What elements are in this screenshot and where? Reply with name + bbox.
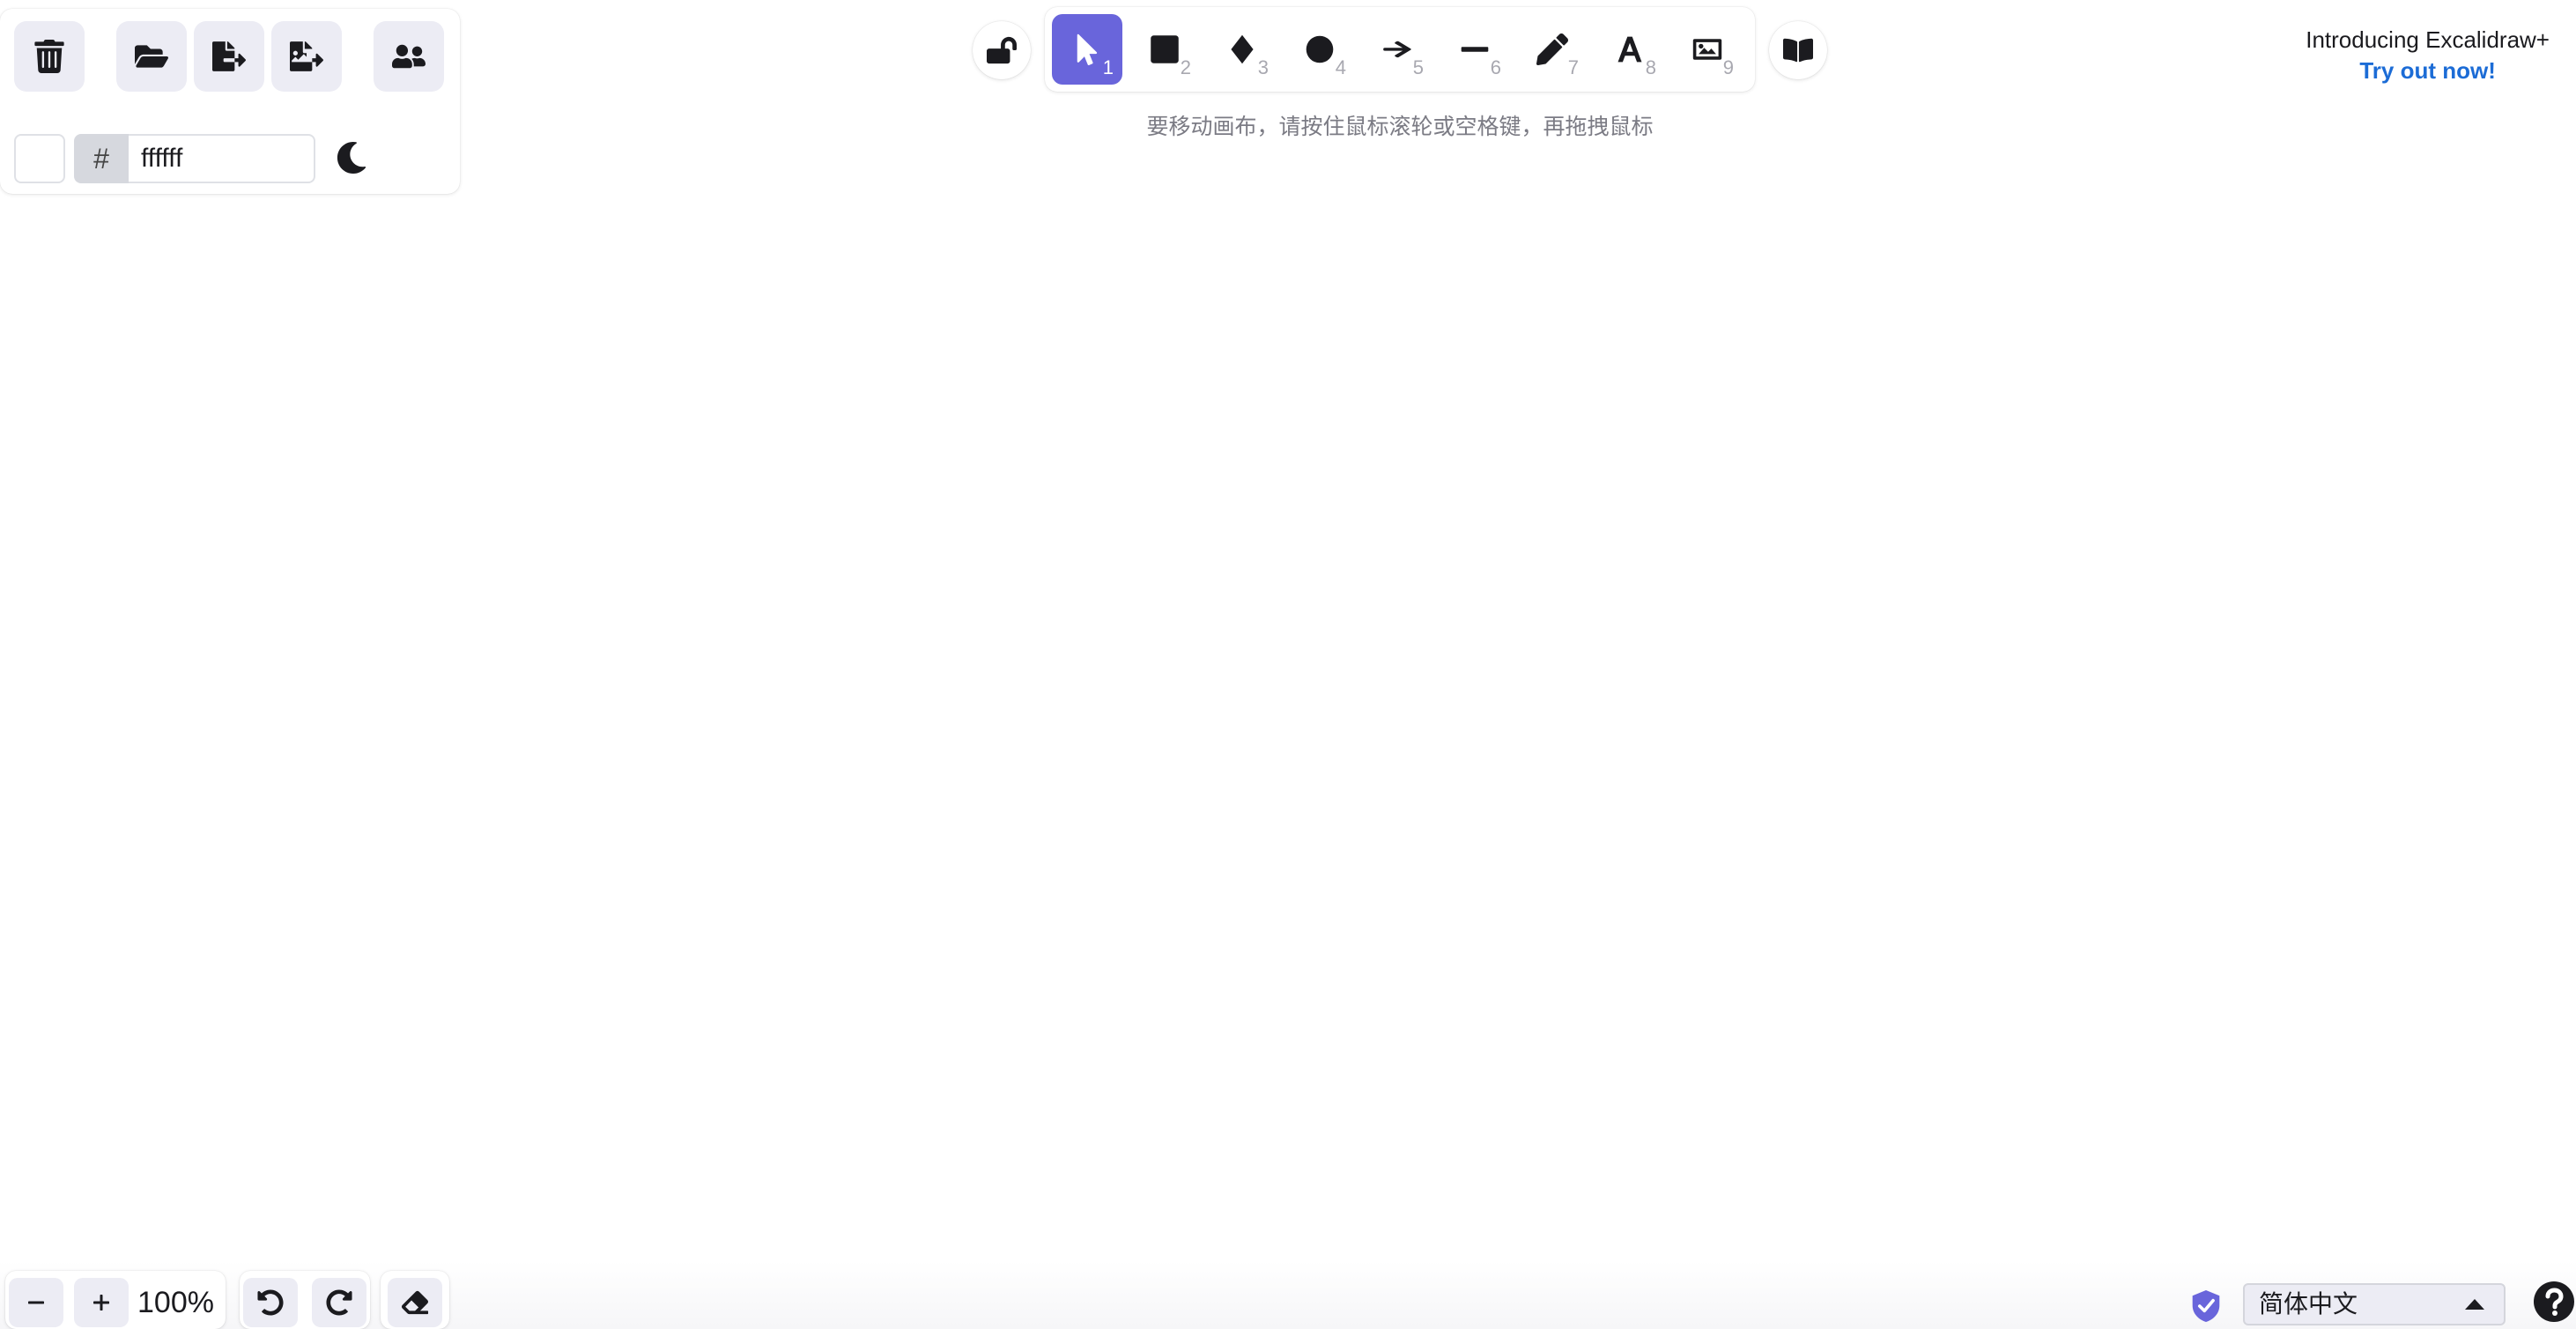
language-select-value: 简体中文: [2259, 1290, 2358, 1318]
tool-shortcut-label: 2: [1180, 56, 1191, 78]
language-select[interactable]: 简体中文: [2243, 1283, 2506, 1325]
minus-icon: [28, 1301, 44, 1304]
zoom-level-reset[interactable]: 100%: [137, 1278, 214, 1327]
promo-title: Introducing Excalidraw+: [2306, 26, 2550, 53]
arrow-icon: [1383, 41, 1411, 58]
image-icon: [1692, 39, 1722, 60]
tool-shortcut-label: 6: [1490, 56, 1501, 78]
help-icon[interactable]: [2532, 1280, 2576, 1324]
live-collaboration-button[interactable]: [374, 21, 444, 92]
zoom-controls: 100%: [5, 1271, 226, 1329]
pencil-icon: [1536, 33, 1568, 65]
lock-tool-button[interactable]: [973, 21, 1031, 79]
redo-icon: [326, 1289, 352, 1316]
undo-icon: [257, 1289, 284, 1316]
eraser-button[interactable]: [388, 1278, 442, 1327]
book-icon: [1783, 38, 1813, 63]
canvas-hint-text: 要移动画布，请按住鼠标滚轮或空格键，再拖拽鼠标: [1146, 115, 1654, 139]
background-color-input[interactable]: [129, 134, 315, 183]
main-menu-panel: #: [0, 9, 460, 194]
ellipse-icon: [1306, 35, 1334, 63]
tool-ellipse[interactable]: 4: [1284, 14, 1355, 85]
tool-image[interactable]: 9: [1672, 14, 1743, 85]
line-icon: [1461, 47, 1489, 52]
folder-open-icon: [135, 45, 168, 68]
undo-button[interactable]: [243, 1278, 298, 1327]
rectangle-icon: [1151, 35, 1179, 63]
tool-line[interactable]: 6: [1440, 14, 1510, 85]
promo-link[interactable]: Try out now!: [2306, 57, 2550, 85]
tool-shortcut-label: 1: [1102, 56, 1114, 78]
tool-selection[interactable]: 1: [1052, 14, 1122, 85]
save-to-file-button[interactable]: [194, 21, 264, 92]
zoom-out-button[interactable]: [9, 1278, 63, 1327]
tool-diamond[interactable]: 3: [1207, 14, 1277, 85]
tool-shortcut-label: 5: [1412, 56, 1424, 78]
tool-rectangle[interactable]: 2: [1129, 14, 1200, 85]
open-button[interactable]: [116, 21, 187, 92]
redo-button[interactable]: [312, 1278, 366, 1327]
moon-icon: [337, 142, 366, 174]
diamond-icon: [1231, 34, 1254, 64]
eraser-icon: [402, 1290, 428, 1315]
tool-shortcut-label: 4: [1335, 56, 1346, 78]
color-hash-label: #: [74, 134, 129, 183]
tool-shortcut-label: 8: [1645, 56, 1656, 78]
caret-up-icon: [2465, 1299, 2484, 1310]
dark-mode-toggle[interactable]: [331, 137, 372, 178]
image-export-icon: [290, 41, 323, 71]
clear-canvas-button[interactable]: [14, 21, 85, 92]
library-button[interactable]: [1769, 21, 1827, 79]
text-icon: [1617, 36, 1642, 63]
shield-check-icon[interactable]: [2190, 1288, 2222, 1324]
shape-toolbar: 1 2 3 4 5 6 7 8 9: [1045, 7, 1755, 92]
tool-shortcut-label: 7: [1567, 56, 1579, 78]
plus-icon: [93, 1295, 109, 1310]
file-export-icon: [212, 41, 246, 71]
tool-text[interactable]: 8: [1595, 14, 1665, 85]
tool-shortcut-label: 9: [1722, 56, 1734, 78]
tool-freedraw[interactable]: 7: [1517, 14, 1588, 85]
history-controls: [240, 1271, 370, 1329]
pointer-icon: [1077, 33, 1098, 65]
users-icon: [392, 44, 426, 69]
background-color-swatch[interactable]: [14, 134, 65, 183]
tool-arrow[interactable]: 5: [1362, 14, 1432, 85]
export-image-button[interactable]: [271, 21, 342, 92]
eraser-controls: [381, 1271, 449, 1329]
excalidraw-plus-promo: Introducing Excalidraw+ Try out now!: [2306, 26, 2550, 85]
zoom-in-button[interactable]: [74, 1278, 129, 1327]
trash-icon: [34, 40, 64, 73]
unlock-icon: [987, 36, 1017, 64]
tool-shortcut-label: 3: [1257, 56, 1269, 78]
